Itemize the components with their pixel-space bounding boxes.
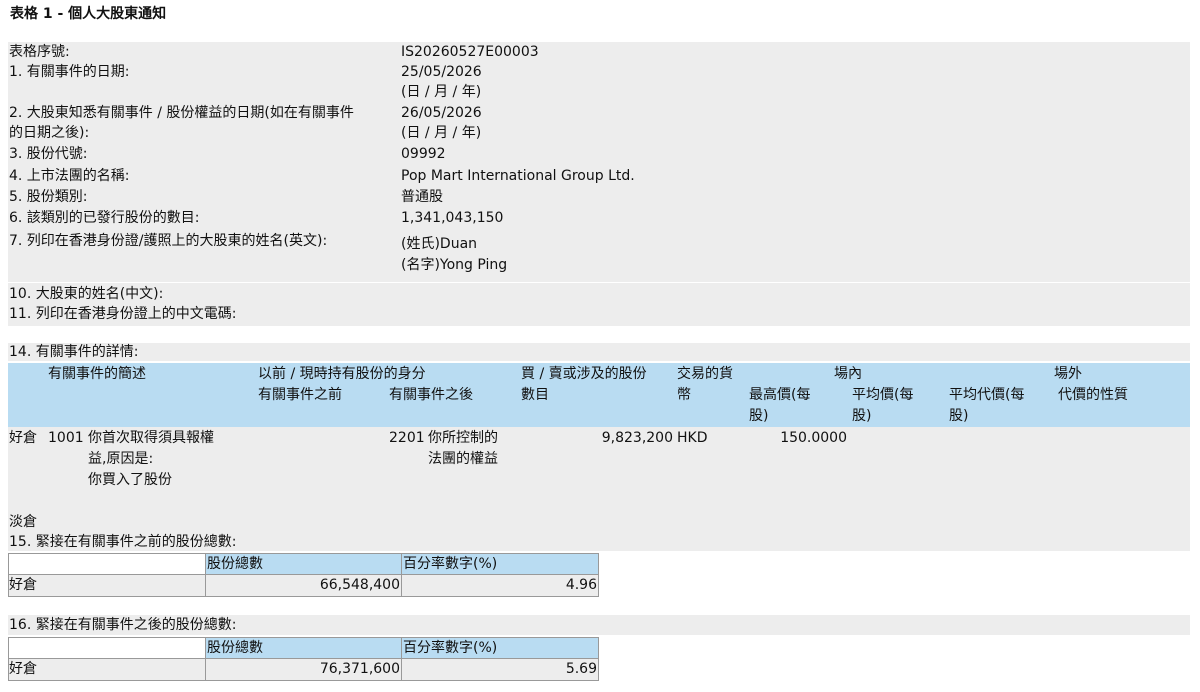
- name-en-label: 7. 列印在香港身份證/護照上的大股東的姓名(英文):: [9, 233, 328, 249]
- th-capacity: 以前 / 現時持有股份的身分: [258, 366, 426, 382]
- after-col-shares: 股份總數: [207, 640, 263, 656]
- corp-name-value: Pop Mart International Group Ltd.: [401, 168, 635, 184]
- aware-date-label-1: 2. 大股東知悉有關事件 / 股份權益的日期(如在有關事件: [9, 105, 354, 121]
- name-cn-label: 10. 大股東的姓名(中文):: [9, 286, 164, 302]
- th-currency-1: 交易的貨: [677, 366, 733, 382]
- row-event-code: 1001: [48, 430, 84, 446]
- before-row-position: 好倉: [9, 577, 37, 593]
- after-col-percentage: 百分率數字(%): [403, 640, 498, 656]
- serial-label: 表格序號:: [9, 44, 70, 60]
- details-label: 14. 有關事件的詳情:: [9, 344, 139, 360]
- th-shares-1: 買 / 賣或涉及的股份: [521, 366, 647, 382]
- th-average-price-1: 平均價(每: [852, 387, 914, 403]
- issued-shares-value: 1,341,043,150: [401, 210, 504, 226]
- event-date-format: (日 / 月 / 年): [401, 84, 482, 100]
- before-col-shares: 股份總數: [207, 556, 263, 572]
- event-date-label: 1. 有關事件的日期:: [9, 64, 130, 80]
- before-total-label: 15. 緊接在有關事件之前的股份總數:: [9, 534, 237, 550]
- share-class-value: 普通股: [401, 189, 443, 205]
- th-off-exchange: 場外: [1054, 366, 1082, 382]
- after-total-label: 16. 緊接在有關事件之後的股份總數:: [9, 617, 237, 633]
- after-row-position: 好倉: [9, 661, 37, 677]
- event-date-value: 25/05/2026: [401, 64, 482, 80]
- short-position-label: 淡倉: [9, 514, 37, 530]
- aware-date-value: 26/05/2026: [401, 105, 482, 121]
- th-nature-of-consideration: 代價的性質: [1058, 387, 1128, 403]
- surname-value: (姓氏)Duan: [401, 236, 478, 252]
- row-currency: HKD: [677, 430, 708, 446]
- row-after-capacity-1: 你所控制的: [428, 430, 498, 446]
- row-description-2: 益,原因是:: [88, 451, 154, 467]
- th-shares-2: 數目: [521, 387, 549, 403]
- given-name-value: (名字)Yong Ping: [401, 257, 508, 273]
- row-position: 好倉: [9, 430, 37, 446]
- aware-date-format: (日 / 月 / 年): [401, 125, 482, 141]
- th-average-consideration-2: 股): [949, 408, 969, 424]
- th-average-price-2: 股): [852, 408, 872, 424]
- stock-code-value: 09992: [401, 146, 446, 162]
- before-row-percentage: 4.96: [565, 577, 597, 593]
- after-row-shares: 76,371,600: [319, 661, 400, 677]
- serial-value: IS20260527E00003: [401, 44, 539, 60]
- row-description-3: 你買入了股份: [88, 472, 172, 488]
- row-after-code: 2201: [389, 430, 425, 446]
- th-currency-2: 幣: [677, 387, 691, 403]
- stock-code-label: 3. 股份代號:: [9, 146, 88, 162]
- before-col-percentage: 百分率數字(%): [403, 556, 498, 572]
- row-highest-price: 150.0000: [780, 430, 847, 446]
- issued-shares-label: 6. 該類別的已發行股份的數目:: [9, 210, 200, 226]
- th-before-event: 有關事件之前: [258, 387, 342, 403]
- cn-code-label: 11. 列印在香港身份證上的中文電碼:: [9, 306, 237, 322]
- th-average-consideration-1: 平均代價(每: [949, 387, 1025, 403]
- th-highest-price-2: 股): [749, 408, 769, 424]
- form-band-details: [8, 343, 1190, 361]
- before-row-shares: 66,548,400: [319, 577, 400, 593]
- th-after-event: 有關事件之後: [389, 387, 473, 403]
- th-description: 有關事件的簡述: [48, 366, 146, 382]
- row-description-1: 你首次取得須具報權: [88, 430, 214, 446]
- after-row-percentage: 5.69: [565, 661, 597, 677]
- aware-date-label-2: 的日期之後):: [9, 125, 90, 141]
- page-title: 表格 1 - 個人大股東通知: [10, 6, 167, 22]
- th-highest-price-1: 最高價(每: [749, 387, 811, 403]
- row-after-capacity-2: 法團的權益: [428, 451, 498, 467]
- share-class-label: 5. 股份類別:: [9, 189, 88, 205]
- corp-name-label: 4. 上市法團的名稱:: [9, 168, 130, 184]
- th-on-exchange: 場內: [834, 366, 862, 382]
- row-shares: 9,823,200: [601, 430, 673, 446]
